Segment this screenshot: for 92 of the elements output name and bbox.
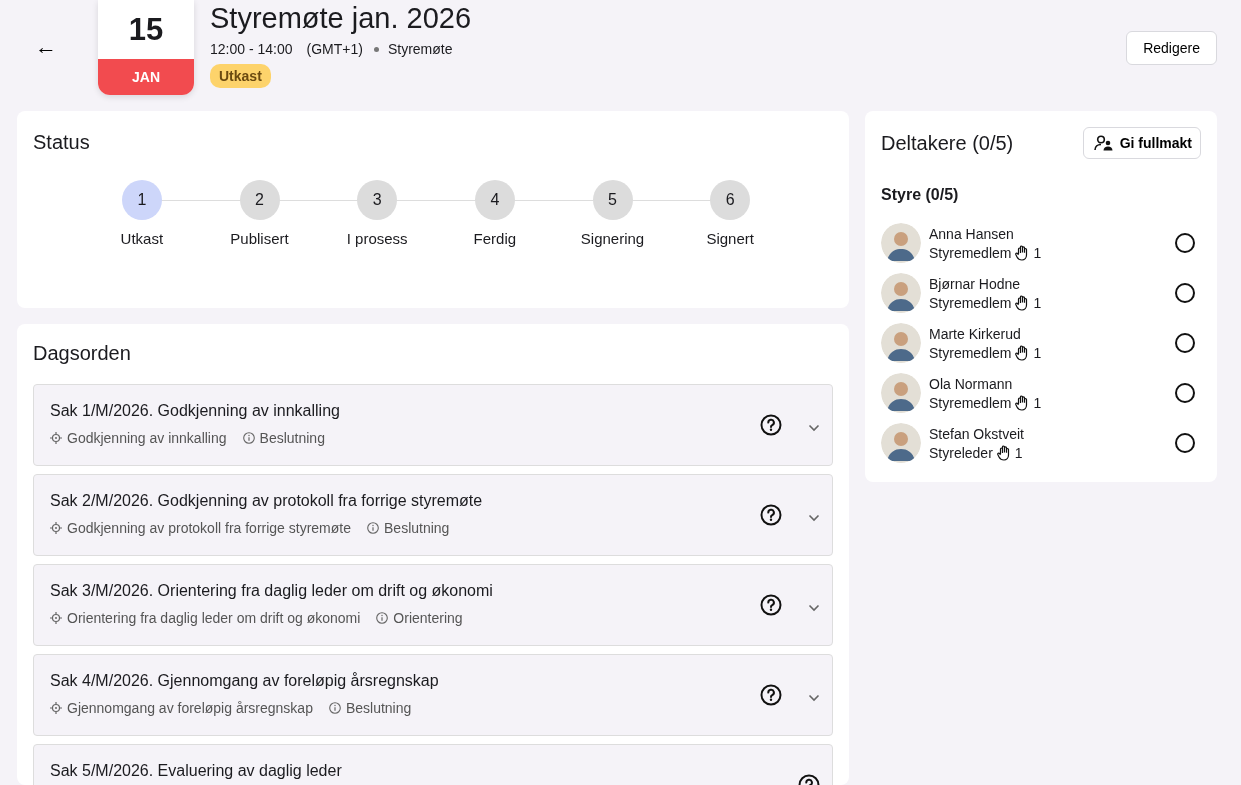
meeting-timezone: (GMT+1) bbox=[306, 41, 363, 57]
separator-dot bbox=[373, 46, 379, 52]
group-title: Styre (0/5) bbox=[881, 186, 960, 204]
step-circle: 2 bbox=[239, 180, 280, 220]
agenda-item-title: Sak 1/M/2026. Godkjenning av innkalling bbox=[50, 402, 341, 420]
vote-count: 1 bbox=[1014, 444, 1023, 461]
info-icon bbox=[376, 612, 389, 624]
attendance-radio[interactable] bbox=[1175, 433, 1195, 453]
agenda-item-title: Sak 3/M/2026. Orientering fra daglig leder om drift og økonomi bbox=[50, 582, 494, 600]
step-circle: 5 bbox=[592, 180, 633, 220]
info-icon bbox=[242, 432, 255, 444]
hand-icon bbox=[1015, 244, 1030, 261]
agenda-goal: Godkjenning av innkalling bbox=[67, 430, 227, 446]
vote-count: 1 bbox=[1033, 294, 1042, 311]
participant-role: Styremedlem bbox=[929, 394, 1012, 411]
edit-button[interactable]: Redigere bbox=[1126, 31, 1217, 65]
step-label: Utkast bbox=[120, 230, 164, 247]
meeting-title: Styremøte jan. 2026 bbox=[210, 1, 472, 36]
step-circle: 6 bbox=[710, 180, 751, 220]
participant-name: Bjørnar Hodne bbox=[929, 275, 1022, 292]
participant-name: Marte Kirkerud bbox=[929, 325, 1022, 342]
step-label: Publisert bbox=[230, 230, 289, 247]
hand-icon bbox=[996, 444, 1011, 461]
vote-count: 1 bbox=[1033, 244, 1042, 261]
hand-icon bbox=[1015, 294, 1030, 311]
target-icon bbox=[50, 702, 62, 714]
chevron-down-icon[interactable] bbox=[808, 424, 820, 432]
agenda-item[interactable]: Sak 1/M/2026. Godkjenning av innkalling Godkjenning av innkalling Beslutning bbox=[33, 384, 833, 466]
agenda-type: Beslutning bbox=[345, 700, 412, 716]
step-circle: 4 bbox=[474, 180, 515, 220]
attendance-radio[interactable] bbox=[1175, 233, 1195, 253]
step-circle: 3 bbox=[357, 180, 398, 220]
info-icon bbox=[367, 522, 379, 534]
avatar-icon bbox=[881, 373, 921, 413]
agenda-goal: Gjennomgang av foreløpig årsregnskap bbox=[67, 700, 313, 716]
agenda-item-title: Sak 2/M/2026. Godkjenning av protokoll fra forrige styremøte bbox=[50, 492, 484, 510]
hand-icon bbox=[1015, 344, 1030, 361]
card-title: Deltakere (0/5) bbox=[881, 131, 1014, 155]
status-badge: Utkast bbox=[210, 64, 271, 88]
attendance-radio[interactable] bbox=[1175, 333, 1195, 353]
help-icon[interactable] bbox=[760, 594, 782, 616]
agenda-type: Beslutning bbox=[259, 430, 325, 446]
vote-count: 1 bbox=[1033, 394, 1042, 411]
chevron-down-icon[interactable] bbox=[808, 604, 820, 612]
user-add-icon bbox=[1093, 135, 1114, 151]
back-button[interactable]: ← bbox=[30, 31, 62, 63]
step-circle: 1 bbox=[121, 180, 162, 220]
card-title: Status bbox=[33, 131, 91, 154]
attendance-radio[interactable] bbox=[1175, 383, 1195, 403]
help-icon[interactable] bbox=[760, 414, 782, 436]
proxy-button[interactable]: Gi fullmakt bbox=[1082, 127, 1201, 159]
info-icon bbox=[328, 702, 341, 714]
step-label: Signering bbox=[580, 230, 645, 247]
target-icon bbox=[50, 612, 62, 624]
target-icon bbox=[50, 522, 62, 534]
participant-name: Ola Normann bbox=[929, 375, 1014, 392]
participant-role: Styremedlem bbox=[929, 244, 1012, 261]
participant-role: Styremedlem bbox=[929, 294, 1012, 311]
help-icon[interactable] bbox=[760, 504, 782, 526]
step-label: Signert bbox=[706, 230, 754, 247]
vote-count: 1 bbox=[1033, 344, 1042, 361]
chevron-down-icon[interactable] bbox=[808, 514, 820, 522]
hand-icon bbox=[1015, 394, 1030, 411]
agenda-goal: Orientering fra daglig leder om drift og økonomi bbox=[67, 610, 361, 626]
agenda-goal: Godkjenning av protokoll fra forrige styremøte bbox=[67, 520, 351, 536]
participant-role: Styreleder bbox=[929, 444, 993, 461]
participant-role: Styremedlem bbox=[929, 344, 1012, 361]
avatar-icon bbox=[881, 323, 921, 363]
agenda-item[interactable]: Sak 5/M/2026. Evaluering av daglig leder bbox=[33, 744, 833, 785]
agenda-type: Orientering bbox=[393, 610, 463, 626]
agenda-item[interactable]: Sak 2/M/2026. Godkjenning av protokoll fra forrige styremøte Godkjenning av protokoll fra forrige styremøte Beslutning bbox=[33, 474, 833, 556]
participant-name: Stefan Okstveit bbox=[929, 425, 1025, 442]
attendance-radio[interactable] bbox=[1175, 283, 1195, 303]
chevron-down-icon[interactable] bbox=[808, 694, 820, 702]
avatar-icon bbox=[881, 273, 921, 313]
date-day: 15 bbox=[98, 0, 194, 59]
agenda-item[interactable]: Sak 3/M/2026. Orientering fra daglig leder om drift og økonomi Orientering fra daglig leder om drift og økonomi Orientering bbox=[33, 564, 833, 646]
avatar-icon bbox=[881, 423, 921, 463]
agenda-item-title: Sak 5/M/2026. Evaluering av daglig leder bbox=[50, 762, 343, 780]
help-icon[interactable] bbox=[760, 684, 782, 706]
avatar-icon bbox=[881, 223, 921, 263]
agenda-item[interactable]: Sak 4/M/2026. Gjennomgang av foreløpig årsregnskap Gjennomgang av foreløpig årsregnskap Beslutning bbox=[33, 654, 833, 736]
step-label: Ferdig bbox=[473, 230, 517, 247]
date-month: JAN bbox=[98, 59, 194, 95]
target-icon bbox=[50, 432, 62, 444]
meeting-type: Styremøte bbox=[387, 41, 453, 57]
meeting-time: 12:00 - 14:00 bbox=[210, 41, 293, 57]
agenda-item-title: Sak 4/M/2026. Gjennomgang av foreløpig årsregnskap bbox=[50, 672, 440, 690]
step-label: I prosess bbox=[346, 230, 408, 247]
agenda-type: Beslutning bbox=[384, 520, 450, 536]
participant-name: Anna Hansen bbox=[929, 225, 1015, 242]
card-title: Dagsorden bbox=[33, 342, 132, 365]
